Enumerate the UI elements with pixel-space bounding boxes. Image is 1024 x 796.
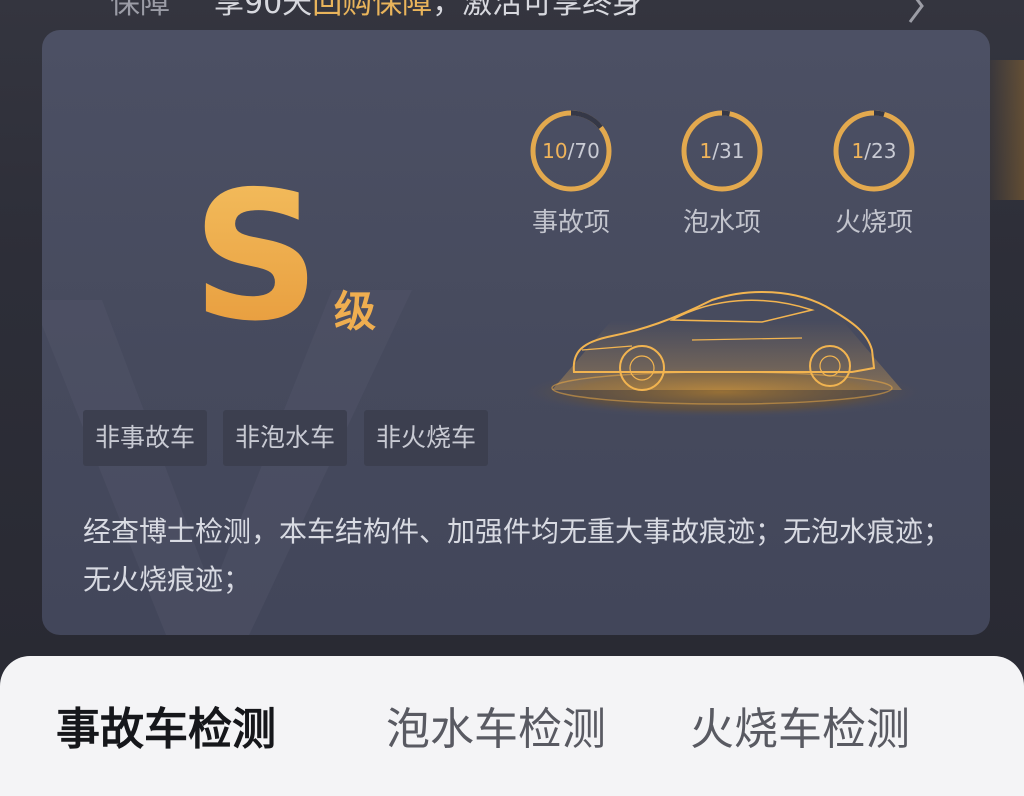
- stat-current: 1: [851, 139, 865, 163]
- stat-label: 事故项: [531, 208, 610, 238]
- stat-flood: 1/31 泡水项: [667, 108, 777, 239]
- background-glow: [984, 60, 1024, 200]
- stat-fire: 1/23 火烧项: [819, 108, 929, 239]
- badge-no-accident: 非事故车: [83, 410, 208, 466]
- tab-fire-detection[interactable]: 火烧车检测: [690, 700, 910, 760]
- progress-ring: 10/70: [528, 108, 614, 194]
- grade-display: S 级: [192, 153, 376, 360]
- badge-no-fire: 非火烧车: [364, 410, 489, 466]
- stat-total: /23: [864, 139, 897, 163]
- chevron-right-icon[interactable]: [902, 0, 930, 26]
- inspection-description: 经查博士检测，本车结构件、加强件均无重大事故痕迹；无泡水痕迹；无火烧痕迹；: [83, 515, 952, 596]
- stat-total: /70: [567, 139, 600, 163]
- banner-tag: 保障: [110, 0, 170, 21]
- tab-accident-detection[interactable]: 事故车检测: [56, 700, 276, 760]
- car-illustration: [517, 290, 927, 418]
- tab-flood-detection[interactable]: 泡水车检测: [386, 700, 606, 760]
- stat-accident: 10/70 事故项: [516, 108, 626, 239]
- stat-current: 10: [542, 139, 568, 163]
- detection-tabs-sheet: 事故车检测 泡水车检测 火烧车检测: [0, 656, 1024, 796]
- grade-letter: S: [192, 153, 320, 360]
- progress-ring: 1/31: [679, 108, 765, 194]
- inspection-summary-card: S 级 10/70 事故项 1/31 泡水项 1/23 火烧项 非事故车 非泡水…: [42, 30, 990, 635]
- progress-ring: 1/23: [831, 108, 917, 194]
- banner-text-prefix: 享90天: [214, 0, 313, 21]
- stat-label: 泡水项: [682, 208, 761, 238]
- stat-label: 火烧项: [834, 208, 913, 238]
- guarantee-banner[interactable]: 保障 享90天回购保障，激活可享终身: [0, 0, 1024, 30]
- grade-suffix: 级: [334, 287, 377, 336]
- banner-text-suffix: ，激活可享终身: [432, 0, 643, 21]
- stat-total: /31: [712, 139, 745, 163]
- stat-current: 1: [699, 139, 713, 163]
- banner-text-highlight: 回购保障: [312, 0, 433, 21]
- badge-no-flood: 非泡水车: [223, 410, 348, 466]
